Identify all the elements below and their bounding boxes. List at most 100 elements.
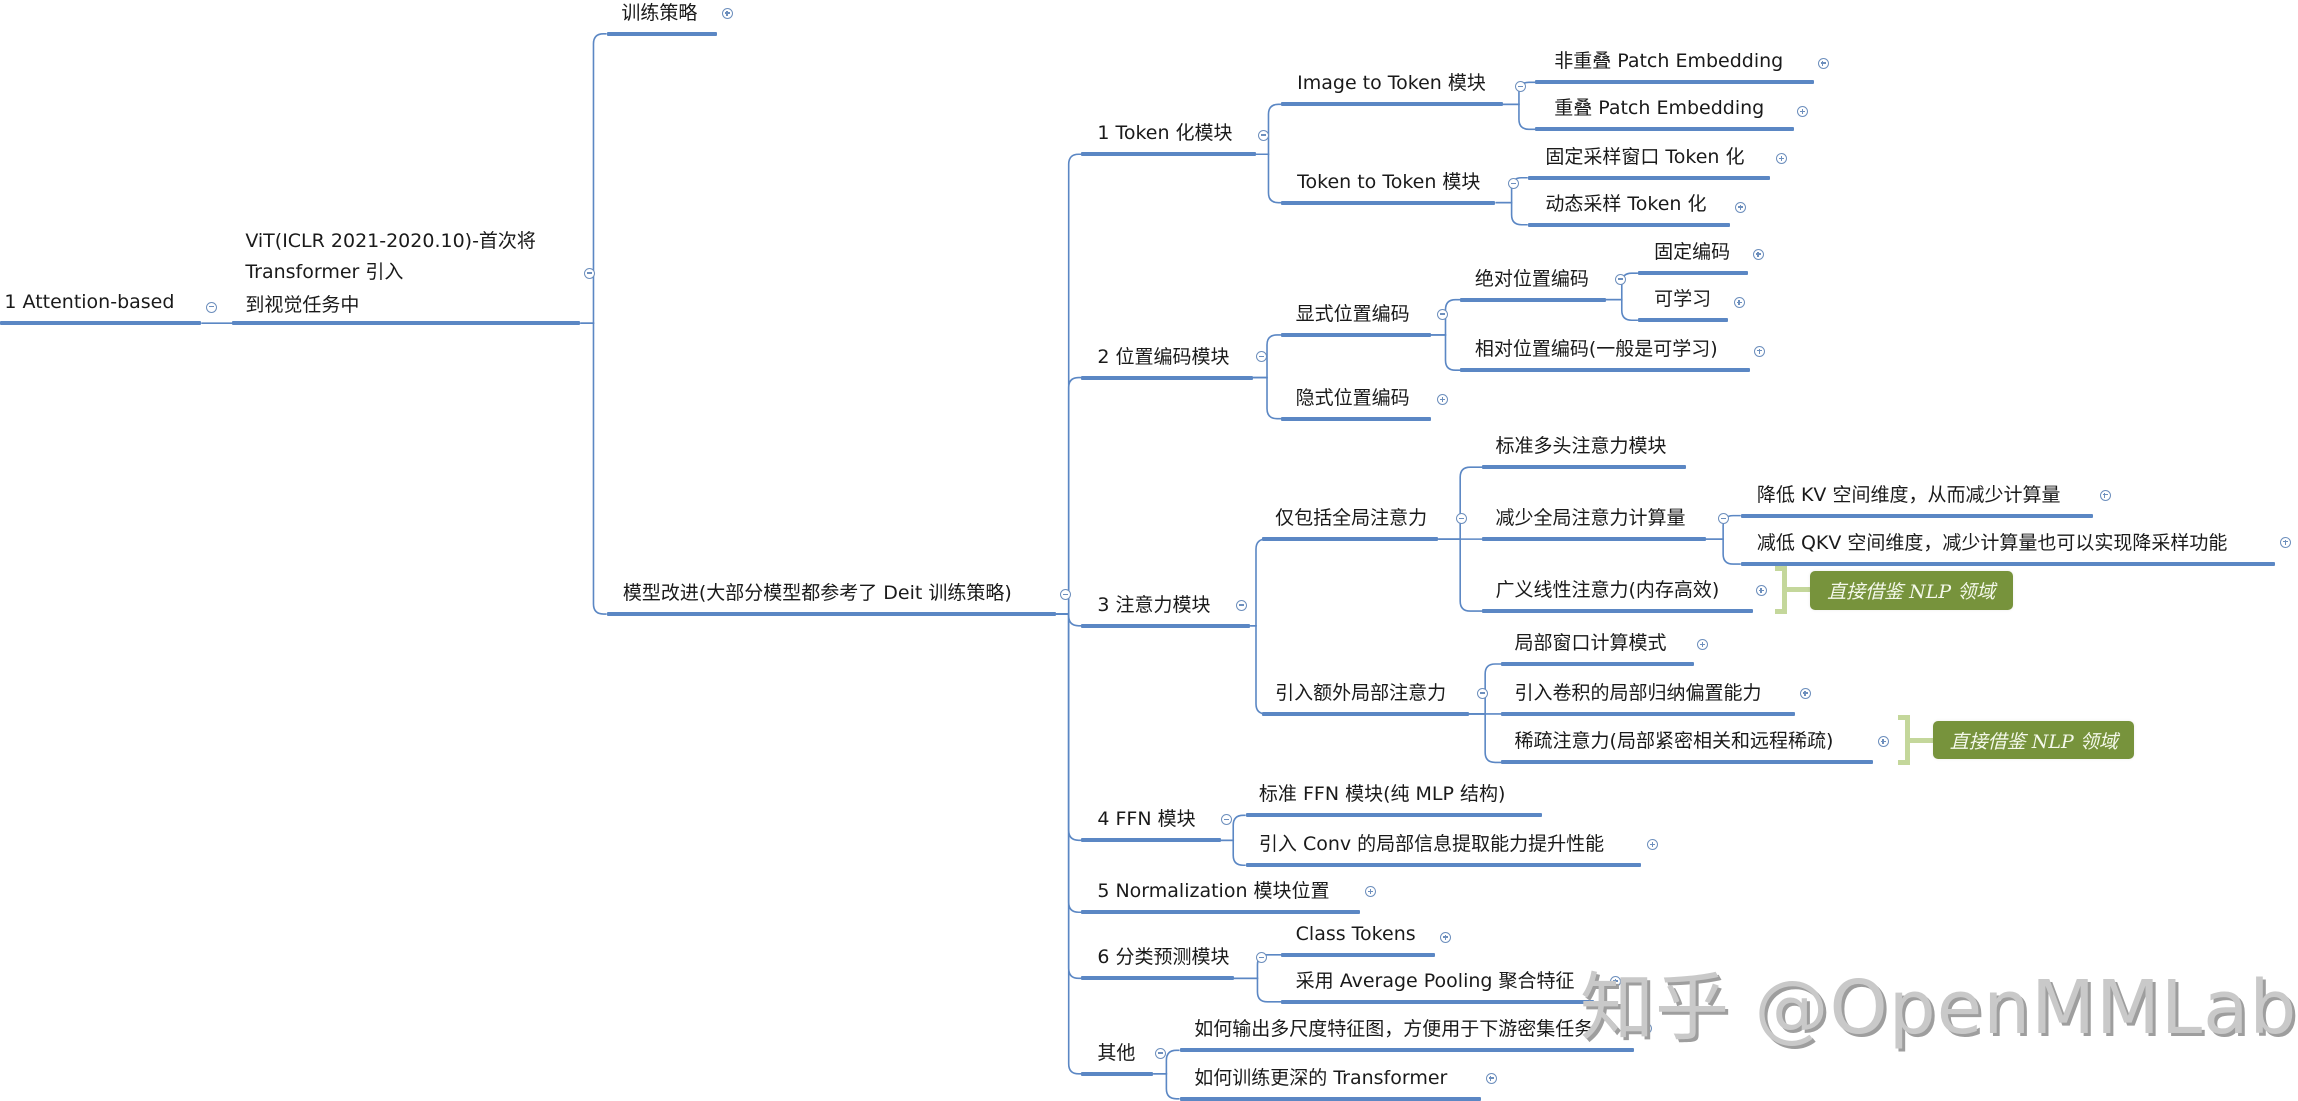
branch-underline: [1501, 760, 1873, 765]
branch-underline: [1245, 863, 1641, 868]
node-label[interactable]: 动态采样 Token 化: [1545, 189, 1706, 220]
branch-underline: [1081, 375, 1254, 380]
node-label[interactable]: 固定编码: [1654, 237, 1730, 268]
node-label[interactable]: 隐式位置编码: [1296, 383, 1410, 414]
connector-improve-oth: [1056, 613, 1082, 1075]
branch-underline: [1280, 416, 1431, 421]
branch-underline: [1740, 562, 2276, 567]
collapse-icon[interactable]: [1514, 81, 1526, 93]
expand-icon[interactable]: [1754, 345, 1766, 357]
connector-loc-sp: [1469, 713, 1502, 764]
node-label[interactable]: 减低 QKV 空间维度，减少计算量也可以实现降采样功能: [1757, 528, 2228, 559]
node-label[interactable]: 1 Token 化模块: [1097, 118, 1232, 149]
node-label[interactable]: 绝对位置编码: [1475, 264, 1589, 295]
collapse-icon[interactable]: [1235, 599, 1247, 611]
connector-glob-std: [1438, 466, 1483, 540]
node-label-line[interactable]: ViT(ICLR 2021-2020.10)-首次将: [245, 226, 536, 257]
expand-icon[interactable]: [1799, 687, 1811, 699]
node-label[interactable]: 稀疏注意力(局部紧密相关和远程稀疏): [1515, 726, 1834, 757]
node-label[interactable]: 仅包括全局注意力: [1275, 503, 1427, 534]
branch-underline: [1280, 102, 1503, 107]
expand-icon[interactable]: [721, 7, 733, 19]
branch-underline: [1637, 271, 1749, 276]
collapse-icon[interactable]: [1257, 129, 1269, 141]
collapse-icon[interactable]: [1155, 1047, 1166, 1059]
node-label[interactable]: 引入额外局部注意力: [1275, 678, 1446, 709]
collapse-icon[interactable]: [1614, 273, 1626, 285]
branch-underline: [1482, 465, 1687, 470]
node-label[interactable]: 5 Normalization 模块位置: [1097, 876, 1329, 907]
node-label[interactable]: 相对位置编码(一般是可学习): [1475, 334, 1718, 365]
node-label[interactable]: 训练策略: [621, 0, 697, 29]
expand-icon[interactable]: [1817, 57, 1829, 69]
connector-exp-rel: [1430, 334, 1461, 371]
node-label[interactable]: 引入卷积的局部归纳偏置能力: [1515, 678, 1762, 709]
connector-pos-imp: [1253, 376, 1281, 420]
collapse-icon[interactable]: [583, 267, 595, 279]
callout-bracket-tick: [1909, 737, 1934, 743]
expand-icon[interactable]: [1735, 201, 1747, 213]
node-label[interactable]: 降低 KV 空间维度，从而减少计算量: [1757, 480, 2061, 511]
expand-icon[interactable]: [1755, 585, 1767, 597]
branch-underline: [1740, 513, 2094, 518]
collapse-icon[interactable]: [206, 301, 218, 313]
node-label[interactable]: 2 位置编码模块: [1097, 342, 1229, 373]
connector-improve-pos: [1056, 376, 1082, 615]
node-label[interactable]: 非重叠 Patch Embedding: [1554, 46, 1783, 77]
node-label[interactable]: 标准多头注意力模块: [1495, 431, 1666, 462]
node-label[interactable]: 1 Attention-based: [4, 287, 174, 318]
branch-underline: [1482, 609, 1753, 614]
branch-underline: [0, 321, 202, 326]
connector-cls-cls1: [1233, 977, 1281, 1003]
callout-nlp-linear[interactable]: 直接借鉴 NLP 领域: [1809, 571, 2013, 610]
node-label[interactable]: 局部窗口计算模式: [1515, 628, 1667, 659]
callout-nlp-sparse[interactable]: 直接借鉴 NLP 领域: [1933, 721, 2135, 760]
collapse-icon[interactable]: [1437, 308, 1449, 320]
node-label[interactable]: Token to Token 模块: [1297, 167, 1480, 198]
node-label-line[interactable]: 到视觉任务中: [245, 290, 359, 321]
node-label[interactable]: 重叠 Patch Embedding: [1554, 93, 1764, 124]
node-label[interactable]: 模型改进(大部分模型都参考了 Deit 训练策略): [623, 578, 1012, 609]
expand-icon[interactable]: [2099, 489, 2111, 501]
branch-underline: [1081, 152, 1256, 157]
branch-underline: [606, 31, 717, 36]
node-label[interactable]: Image to Token 模块: [1297, 68, 1486, 99]
expand-icon[interactable]: [1733, 297, 1745, 309]
connector-glob-lin: [1438, 538, 1483, 612]
branch-underline: [1179, 1048, 1634, 1053]
node-label[interactable]: 如何训练更深的 Transformer: [1194, 1063, 1447, 1094]
expand-icon[interactable]: [1752, 248, 1764, 260]
branch-underline: [1482, 537, 1706, 542]
expand-icon[interactable]: [2280, 536, 2292, 548]
node-label[interactable]: 减少全局注意力计算量: [1495, 503, 1685, 534]
branch-underline: [1081, 623, 1251, 628]
collapse-icon[interactable]: [1476, 687, 1488, 699]
branch-underline: [1081, 910, 1361, 915]
collapse-icon[interactable]: [1507, 178, 1519, 190]
node-label[interactable]: Class Tokens: [1296, 919, 1416, 950]
node-label[interactable]: 采用 Average Pooling 聚合特征: [1296, 966, 1575, 997]
connector-ffn-ffn1: [1220, 839, 1246, 867]
node-label[interactable]: 如何输出多尺度特征图，方便用于下游密集任务: [1194, 1014, 1593, 1045]
node-label[interactable]: 广义线性注意力(内存高效): [1495, 575, 1719, 606]
collapse-icon[interactable]: [1059, 589, 1071, 601]
node-label-line[interactable]: Transformer 引入: [245, 257, 403, 288]
node-label[interactable]: 3 注意力模块: [1097, 590, 1210, 621]
branch-underline: [1460, 368, 1750, 373]
node-label[interactable]: 4 FFN 模块: [1097, 804, 1195, 835]
expand-icon[interactable]: [1485, 1072, 1497, 1084]
node-label[interactable]: 引入 Conv 的局部信息提取能力提升性能: [1259, 829, 1604, 860]
node-label[interactable]: 标准 FFN 模块(纯 MLP 结构): [1259, 779, 1506, 810]
connector-tok-i2t: [1255, 103, 1281, 156]
branch-underline: [1081, 1071, 1154, 1076]
node-label[interactable]: 显式位置编码: [1296, 299, 1410, 330]
connector-i2t-i2t1: [1502, 103, 1536, 131]
node-label[interactable]: 6 分类预测模块: [1097, 942, 1229, 973]
collapse-icon[interactable]: [1717, 513, 1729, 525]
expand-icon[interactable]: [1439, 931, 1451, 943]
node-label[interactable]: 其他: [1097, 1038, 1135, 1069]
node-label[interactable]: 可学习: [1654, 284, 1711, 315]
node-label[interactable]: 固定采样窗口 Token 化: [1545, 142, 1744, 173]
branch-underline: [606, 612, 1057, 617]
branch-underline: [1081, 838, 1221, 843]
